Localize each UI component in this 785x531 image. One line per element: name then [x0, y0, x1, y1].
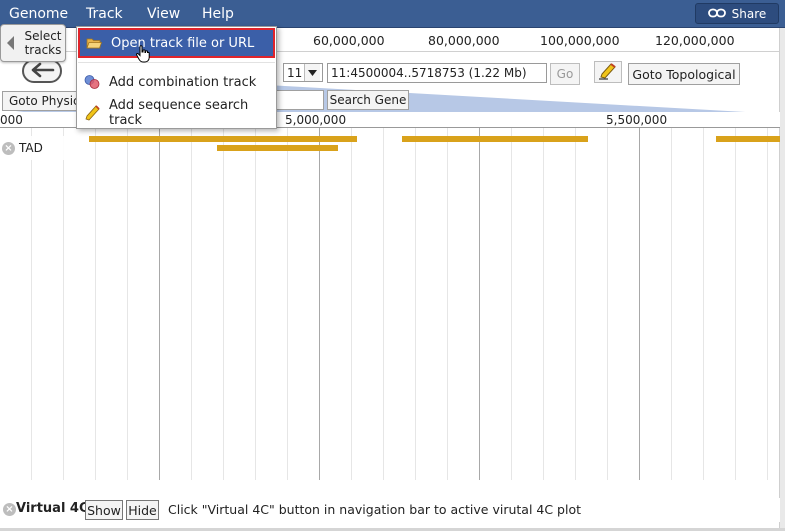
ruler-label: 5,000,000	[285, 113, 347, 127]
highlighter-icon	[598, 62, 618, 83]
menu-genome[interactable]: Genome	[9, 6, 68, 22]
virtual-4c-title: Virtual 4C	[16, 501, 89, 516]
tad-feature[interactable]	[716, 136, 780, 142]
select-tracks-button[interactable]: Select tracks	[0, 24, 66, 62]
menu-separator	[78, 62, 275, 63]
locus-input[interactable]	[327, 63, 547, 83]
menu-help[interactable]: Help	[202, 6, 234, 22]
gridline	[767, 128, 768, 480]
gridline	[735, 128, 736, 480]
share-label: Share	[731, 6, 767, 21]
gridline	[511, 128, 512, 480]
goto-topological-button[interactable]: Goto Topological	[628, 63, 740, 85]
gridline	[415, 128, 416, 480]
gridline	[95, 128, 96, 480]
triangle-down-icon	[304, 64, 320, 81]
ruler-label: 000	[0, 113, 23, 127]
gridline	[703, 128, 704, 480]
gridline-major	[159, 128, 160, 480]
gridline-major	[319, 128, 320, 480]
gridline	[191, 128, 192, 480]
gene-search-input[interactable]	[276, 90, 324, 110]
combination-icon	[84, 74, 100, 90]
gridline-major	[479, 128, 480, 480]
overview-tick: 80,000,000	[428, 33, 500, 48]
gridline	[63, 128, 64, 480]
track-name: TAD	[19, 141, 43, 155]
track-label-tad: × TAD	[0, 136, 74, 160]
gridline	[543, 128, 544, 480]
menu-item-add-combination-track[interactable]: Add combination track	[78, 67, 275, 97]
arrow-left-icon	[29, 62, 55, 81]
tad-feature[interactable]	[402, 136, 588, 142]
track-area[interactable]: × TAD	[0, 128, 780, 480]
search-gene-button[interactable]: Search Gene	[327, 90, 409, 110]
virtual-4c-bar: × Virtual 4C Show Hide Click "Virtual 4C…	[0, 498, 780, 522]
chromosome-value: 11	[287, 65, 303, 80]
menu-item-label: Open track file or URL	[111, 35, 255, 51]
menu-item-label: Add sequence search track	[109, 98, 249, 128]
link-icon	[707, 7, 726, 21]
gridline	[31, 128, 32, 480]
menu-item-label: Add combination track	[109, 74, 257, 90]
overview-tick: 100,000,000	[540, 33, 620, 48]
select-tracks-label: Select tracks	[24, 29, 62, 57]
menu-item-open-track-file[interactable]: Open track file or URL	[78, 28, 275, 58]
close-icon[interactable]: ×	[2, 141, 15, 155]
menu-bar: Genome Track View Help Share	[0, 0, 785, 28]
menu-item-add-sequence-search-track[interactable]: Add sequence search track	[78, 98, 275, 128]
sequence-search-icon	[84, 105, 100, 121]
track-menu-dropdown: Open track file or URL Add combination t…	[76, 26, 277, 129]
ruler-label: 5,500,000	[606, 113, 668, 127]
show-button[interactable]: Show	[85, 500, 123, 520]
overview-tick: 60,000,000	[313, 33, 385, 48]
gridline	[223, 128, 224, 480]
goto-physical-button[interactable]: Goto Physical	[2, 91, 80, 111]
folder-open-icon	[86, 35, 102, 51]
menu-track[interactable]: Track	[86, 6, 123, 22]
hand-pointer-icon	[135, 45, 150, 66]
chevron-left-icon	[7, 36, 14, 50]
go-button[interactable]: Go	[550, 63, 580, 85]
gridline	[447, 128, 448, 480]
highlight-button[interactable]	[594, 61, 622, 83]
back-button[interactable]	[22, 59, 62, 83]
share-button[interactable]: Share	[695, 3, 779, 24]
chromosome-select[interactable]: 11	[283, 63, 323, 82]
gridline	[351, 128, 352, 480]
close-icon[interactable]: ×	[3, 503, 16, 516]
gridline	[671, 128, 672, 480]
virtual-4c-hint: Click "Virtual 4C" button in navigation …	[168, 502, 582, 517]
gridline	[287, 128, 288, 480]
hide-button[interactable]: Hide	[126, 500, 159, 520]
gridline	[607, 128, 608, 480]
gridline	[383, 128, 384, 480]
gridline	[127, 128, 128, 480]
gridline-major	[639, 128, 640, 480]
gridline	[255, 128, 256, 480]
menu-view[interactable]: View	[147, 6, 180, 22]
tad-feature[interactable]	[89, 136, 357, 142]
tad-feature[interactable]	[217, 145, 338, 151]
gridline	[575, 128, 576, 480]
overview-tick: 120,000,000	[655, 33, 735, 48]
